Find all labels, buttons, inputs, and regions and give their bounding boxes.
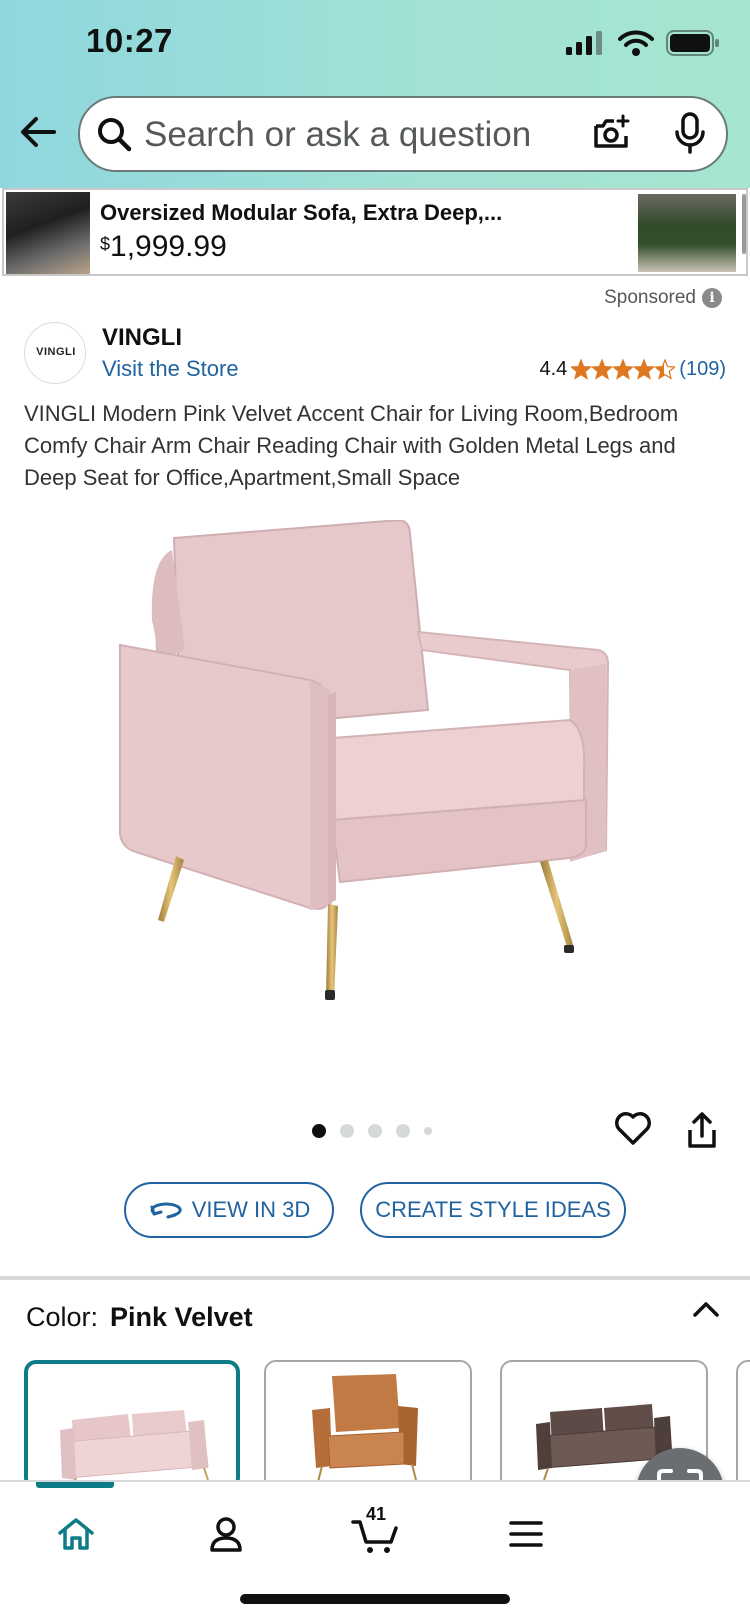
ad-thumbnail-right bbox=[638, 194, 736, 272]
sponsored-ad-banner[interactable]: Oversized Modular Sofa, Extra Deep,... $… bbox=[2, 188, 748, 276]
share-button[interactable] bbox=[686, 1110, 718, 1155]
cellular-signal-icon bbox=[566, 31, 602, 55]
view-in-3d-label: VIEW IN 3D bbox=[191, 1197, 311, 1222]
nav-cart-button[interactable]: 41 bbox=[346, 1504, 406, 1564]
brand-logo[interactable]: VINGLI bbox=[24, 322, 86, 384]
heart-icon bbox=[615, 1112, 651, 1145]
brand-name: VINGLI bbox=[102, 324, 183, 351]
search-bar[interactable] bbox=[78, 96, 728, 172]
view-in-3d-button[interactable]: VIEW IN 3D bbox=[124, 1182, 334, 1238]
sponsored-text: Sponsored bbox=[604, 287, 696, 308]
ad-title: Oversized Modular Sofa, Extra Deep,... bbox=[100, 200, 503, 225]
carousel-dot[interactable] bbox=[424, 1127, 432, 1135]
rating[interactable]: 4.4 (109) bbox=[539, 358, 726, 381]
rating-value: 4.4 bbox=[539, 358, 568, 380]
camera-search-icon[interactable] bbox=[592, 114, 632, 154]
chevron-up-icon bbox=[693, 1302, 719, 1317]
ad-price-symbol: $ bbox=[100, 234, 111, 254]
nav-home-button[interactable] bbox=[46, 1504, 106, 1564]
carousel-dot[interactable] bbox=[368, 1124, 382, 1138]
section-divider bbox=[0, 1276, 750, 1280]
visit-store-link[interactable]: Visit the Store bbox=[102, 356, 239, 382]
home-icon bbox=[58, 1518, 94, 1550]
color-swatch-more[interactable] bbox=[736, 1360, 750, 1490]
nav-active-indicator bbox=[36, 1482, 114, 1488]
nav-menu-button[interactable] bbox=[496, 1504, 556, 1564]
status-icons bbox=[566, 30, 720, 56]
home-indicator bbox=[240, 1594, 510, 1604]
ad-scroll-indicator bbox=[742, 194, 746, 254]
ad-price-value: 1,999.99 bbox=[110, 230, 227, 263]
search-input[interactable] bbox=[144, 108, 564, 162]
status-time: 10:27 bbox=[86, 22, 173, 59]
collapse-colors-button[interactable] bbox=[692, 1300, 720, 1323]
rating-count[interactable]: (109) bbox=[679, 358, 726, 381]
microphone-icon[interactable] bbox=[674, 112, 706, 156]
product-title: VINGLI Modern Pink Velvet Accent Chair f… bbox=[24, 401, 679, 490]
image-carousel-dots[interactable] bbox=[312, 1124, 432, 1138]
swatch-image bbox=[60, 1410, 209, 1486]
battery-icon bbox=[666, 30, 719, 56]
carousel-dot[interactable] bbox=[312, 1124, 326, 1138]
color-selector-label: Color: Pink Velvet bbox=[26, 1302, 253, 1333]
create-style-ideas-button[interactable]: CREATE STYLE IDEAS bbox=[360, 1182, 626, 1238]
info-icon: i bbox=[702, 288, 722, 308]
carousel-dot[interactable] bbox=[340, 1124, 354, 1138]
user-icon bbox=[210, 1517, 242, 1552]
arrow-left-icon bbox=[21, 117, 56, 147]
nav-account-button[interactable] bbox=[196, 1504, 256, 1564]
ad-price: $1,999.99 bbox=[100, 230, 227, 264]
sponsored-label[interactable]: Sponsored i bbox=[604, 287, 722, 309]
header: 10:27 bbox=[0, 0, 750, 188]
product-image[interactable] bbox=[100, 520, 650, 1040]
brand-logo-text: VINGLI bbox=[36, 346, 76, 358]
wishlist-button[interactable] bbox=[614, 1110, 652, 1151]
hamburger-menu-icon bbox=[509, 1521, 543, 1547]
color-swatch-pink-velvet[interactable] bbox=[24, 1360, 240, 1490]
search-icon bbox=[98, 118, 132, 152]
create-style-ideas-label: CREATE STYLE IDEAS bbox=[375, 1197, 611, 1222]
swatch-image bbox=[312, 1374, 418, 1483]
carousel-dot[interactable] bbox=[396, 1124, 410, 1138]
color-swatch-brown-leather-chair[interactable] bbox=[264, 1360, 472, 1490]
wifi-icon bbox=[618, 30, 654, 56]
back-button[interactable] bbox=[18, 112, 62, 156]
star-rating-icon bbox=[571, 358, 676, 380]
color-label: Color: bbox=[26, 1302, 99, 1332]
cart-count-badge: 41 bbox=[366, 1504, 387, 1524]
ad-thumbnail-left bbox=[6, 192, 90, 274]
rotate-3d-icon bbox=[150, 1202, 182, 1219]
color-value: Pink Velvet bbox=[110, 1302, 253, 1332]
share-icon bbox=[688, 1112, 716, 1148]
